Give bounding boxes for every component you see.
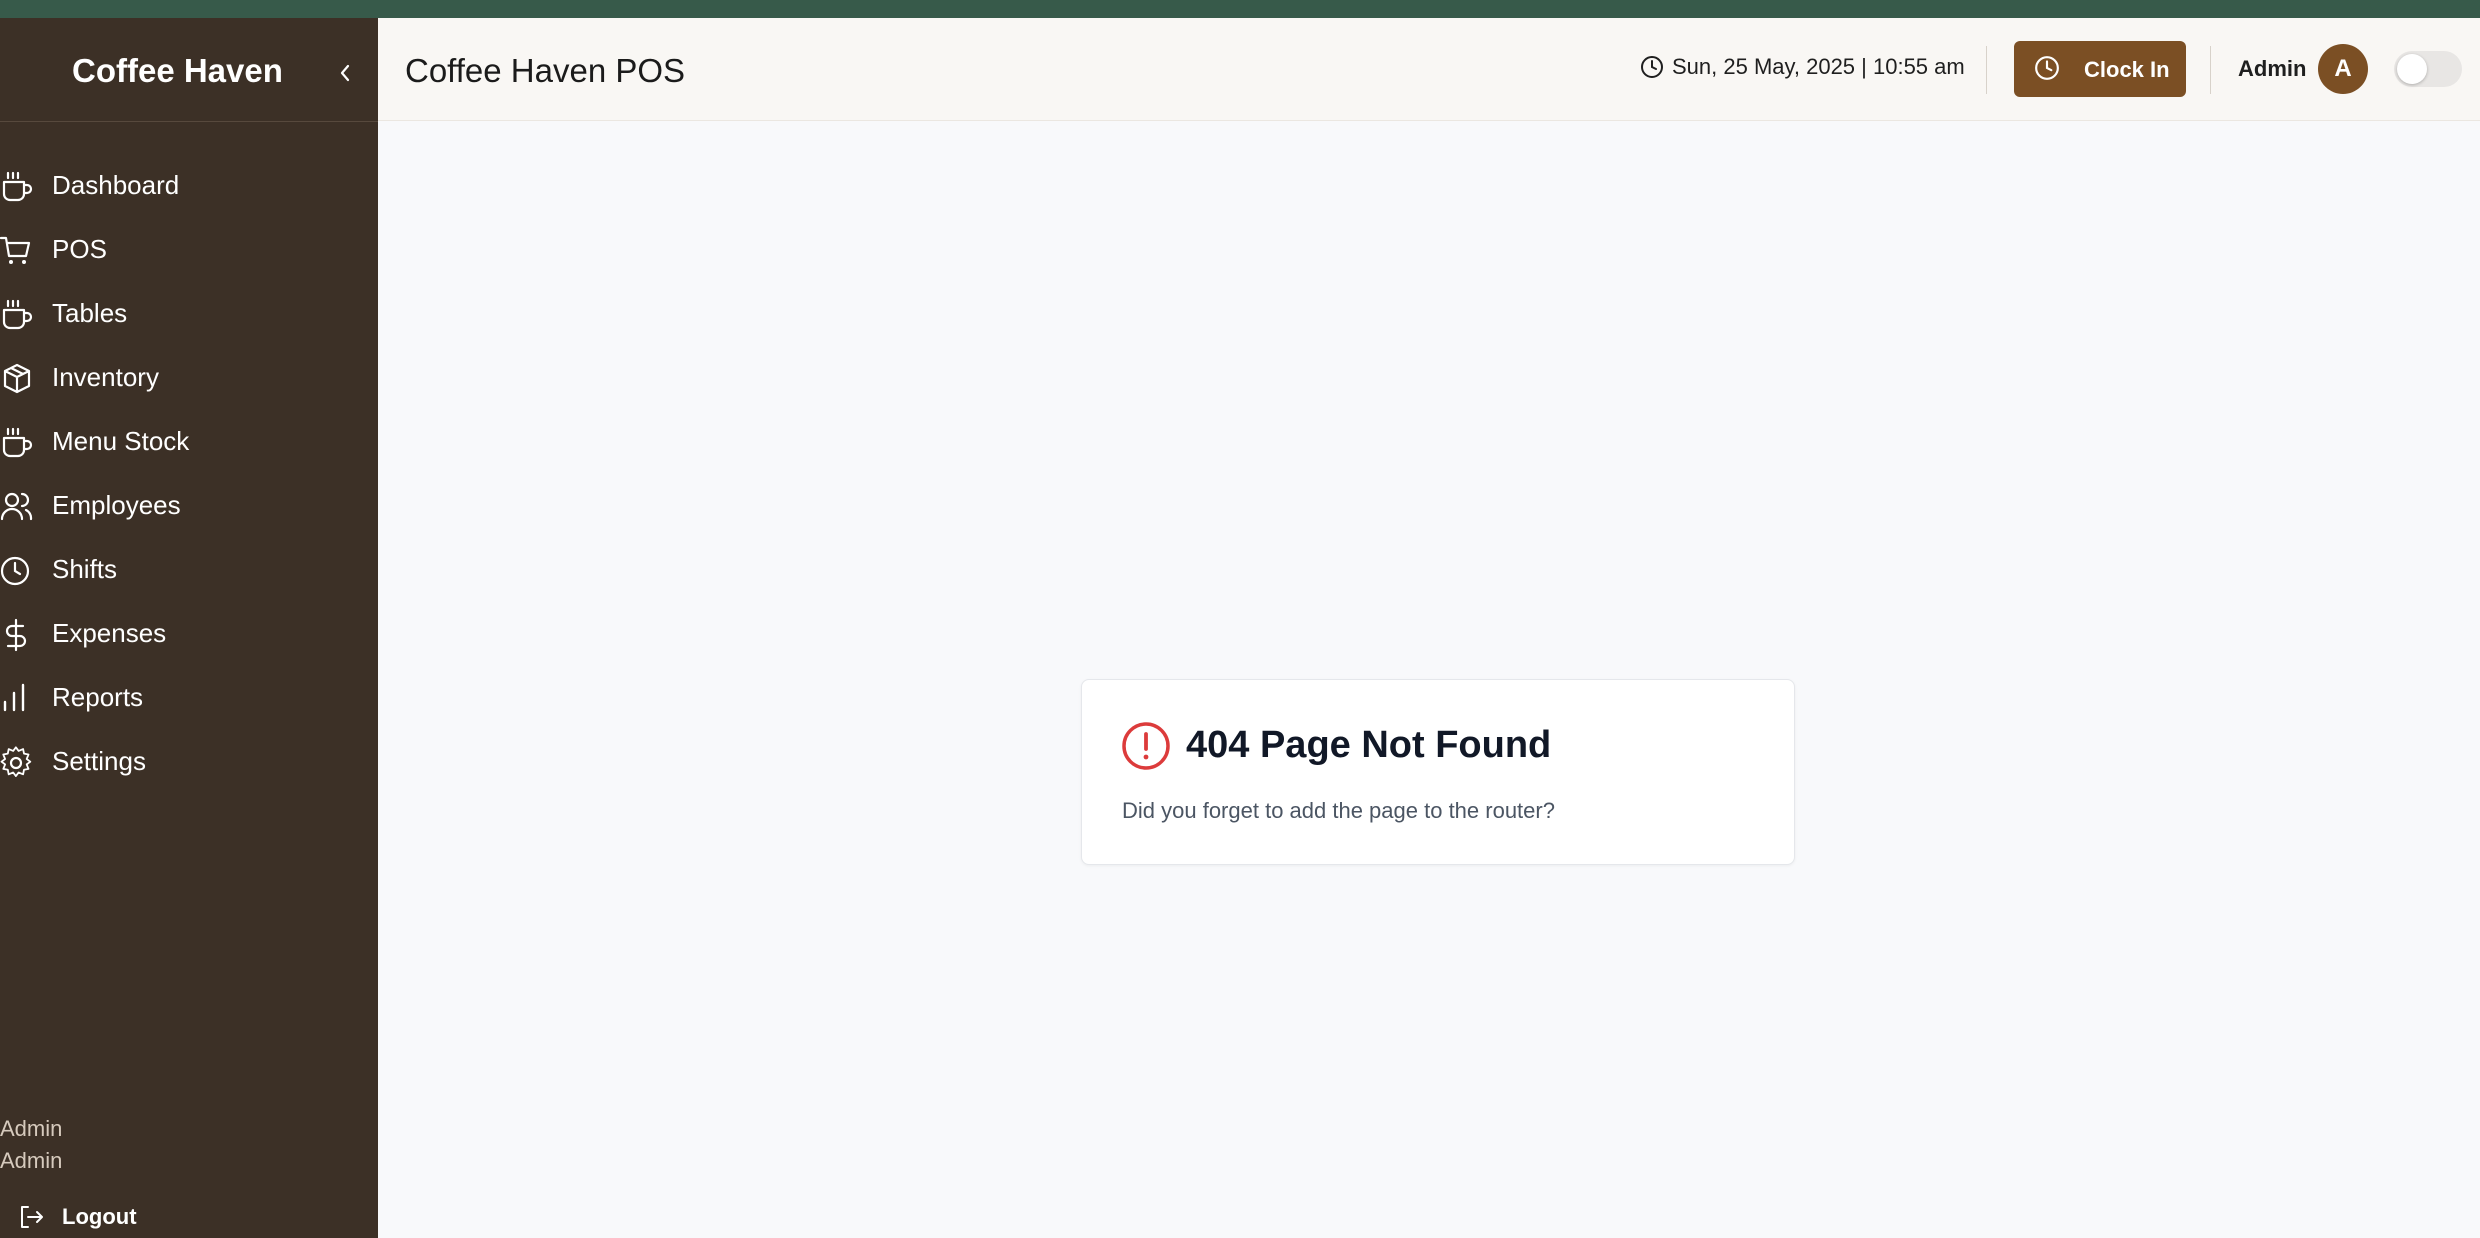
sidebar-item-label: Expenses bbox=[52, 618, 167, 648]
sidebar-item-label: Shifts bbox=[52, 554, 118, 584]
package-icon bbox=[3, 363, 31, 394]
sidebar-item-reports[interactable]: Reports bbox=[0, 666, 378, 730]
header-divider bbox=[1986, 46, 1987, 94]
sidebar: Coffee Haven Dashboard POS Tables Invent… bbox=[0, 18, 378, 1238]
sidebar-brand-row: Coffee Haven bbox=[0, 18, 378, 122]
window-top-strip bbox=[0, 0, 2480, 18]
avatar[interactable]: A bbox=[2318, 44, 2368, 94]
sidebar-item-label: Dashboard bbox=[52, 170, 180, 200]
logout-icon bbox=[21, 1206, 43, 1228]
header-divider bbox=[2210, 46, 2211, 94]
sidebar-item-employees[interactable]: Employees bbox=[0, 474, 378, 538]
sidebar-item-menu-stock[interactable]: Menu Stock bbox=[0, 410, 378, 474]
theme-toggle[interactable] bbox=[2394, 51, 2462, 87]
sidebar-item-tables[interactable]: Tables bbox=[0, 282, 378, 346]
coffee-cup-icon bbox=[2, 427, 33, 458]
sidebar-nav: Dashboard POS Tables Inventory Menu Stoc… bbox=[0, 154, 378, 794]
brand-name: Coffee Haven bbox=[72, 52, 283, 89]
sidebar-item-shifts[interactable]: Shifts bbox=[0, 538, 378, 602]
clock-in-button[interactable]: Clock In bbox=[2014, 41, 2186, 97]
logout-label: Logout bbox=[62, 1204, 137, 1229]
toggle-knob bbox=[2397, 54, 2427, 84]
sidebar-item-pos[interactable]: POS bbox=[0, 218, 378, 282]
sidebar-item-dashboard[interactable]: Dashboard bbox=[0, 154, 378, 218]
sidebar-item-inventory[interactable]: Inventory bbox=[0, 346, 378, 410]
coffee-cup-icon bbox=[2, 171, 33, 202]
alert-circle-icon bbox=[1122, 722, 1170, 770]
cart-icon bbox=[0, 236, 31, 264]
not-found-card: 404 Page Not Found Did you forget to add… bbox=[1081, 679, 1795, 865]
top-header: Coffee Haven POS Sun, 25 May, 2025 | 10:… bbox=[378, 18, 2480, 121]
dollar-icon bbox=[5, 618, 27, 652]
gear-icon bbox=[0, 746, 32, 778]
clock-icon bbox=[0, 556, 30, 586]
datetime-text: Sun, 25 May, 2025 | 10:55 am bbox=[1672, 54, 1965, 79]
sidebar-item-label: POS bbox=[52, 234, 107, 264]
sidebar-user-role: Admin bbox=[0, 1148, 63, 1173]
sidebar-item-expenses[interactable]: Expenses bbox=[0, 602, 378, 666]
error-title: 404 Page Not Found bbox=[1186, 724, 1552, 766]
sidebar-user-name: Admin bbox=[0, 1116, 63, 1141]
chevron-left-icon bbox=[340, 64, 350, 82]
logout-button[interactable]: Logout bbox=[18, 1204, 137, 1230]
collapse-sidebar-button[interactable] bbox=[330, 58, 360, 88]
sidebar-item-label: Inventory bbox=[52, 362, 159, 392]
sidebar-item-label: Menu Stock bbox=[52, 426, 190, 456]
sidebar-item-settings[interactable]: Settings bbox=[0, 730, 378, 794]
sidebar-item-label: Tables bbox=[52, 298, 128, 328]
users-icon bbox=[0, 492, 33, 521]
clock-icon bbox=[2035, 56, 2059, 80]
main-content: 404 Page Not Found Did you forget to add… bbox=[378, 121, 2480, 1238]
coffee-cup-icon bbox=[2, 299, 33, 330]
bar-chart-icon bbox=[3, 683, 25, 712]
current-datetime: Sun, 25 May, 2025 | 10:55 am bbox=[1640, 54, 1965, 80]
clock-in-label: Clock In bbox=[2084, 57, 2170, 82]
page-title: Coffee Haven POS bbox=[405, 52, 686, 89]
sidebar-item-label: Reports bbox=[52, 682, 144, 712]
sidebar-item-label: Employees bbox=[52, 490, 181, 520]
header-user-name: Admin bbox=[2238, 56, 2307, 81]
sidebar-item-label: Settings bbox=[52, 746, 146, 776]
clock-icon bbox=[1641, 56, 1663, 78]
error-message: Did you forget to add the page to the ro… bbox=[1122, 798, 1555, 823]
